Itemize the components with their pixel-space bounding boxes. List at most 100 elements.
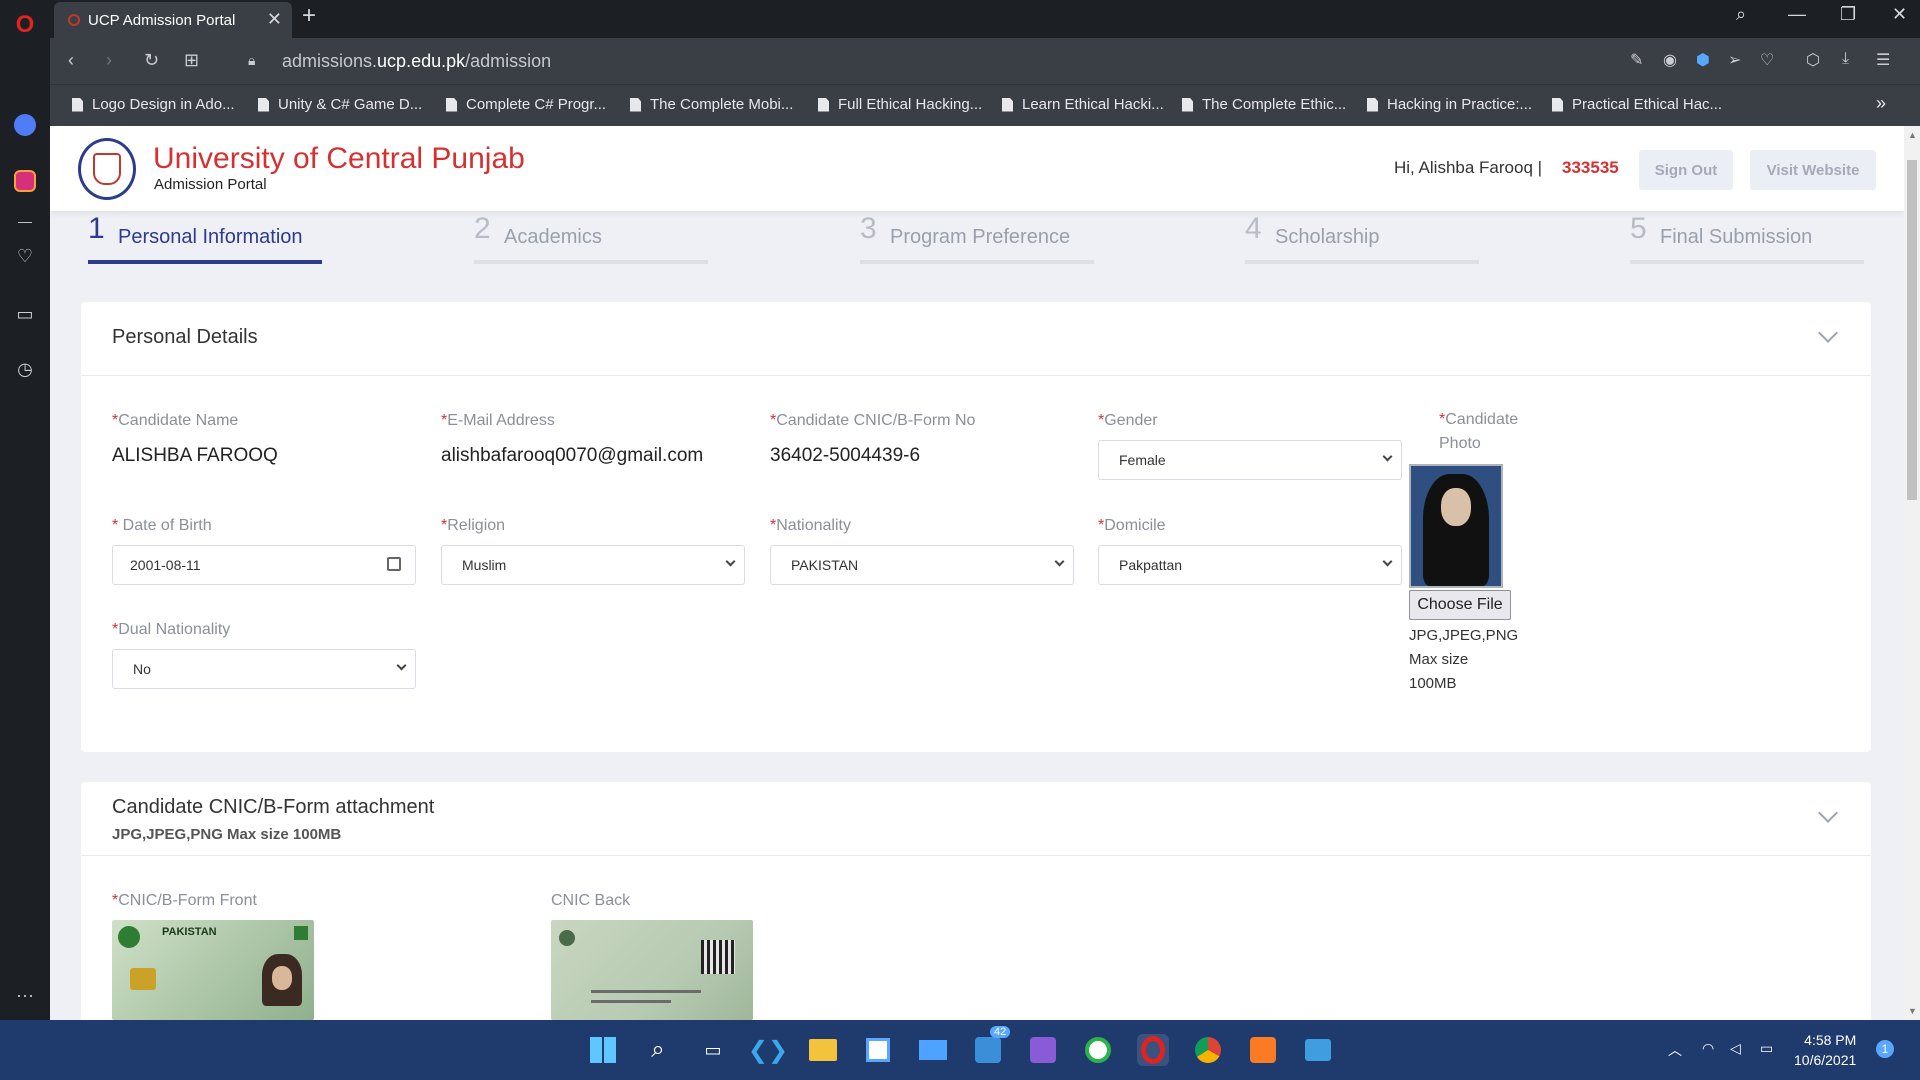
- search-tabs-icon[interactable]: ⌕: [1736, 4, 1746, 25]
- photos-icon[interactable]: [1302, 1034, 1334, 1066]
- forward-icon[interactable]: ›: [106, 50, 112, 71]
- battery-icon[interactable]: ▭: [1760, 1040, 1773, 1057]
- minimize-icon[interactable]: —: [1788, 4, 1806, 25]
- cnic-back-image[interactable]: [551, 920, 753, 1020]
- attachment-header[interactable]: Candidate CNIC/B-Form attachment JPG,JPE…: [81, 782, 1871, 856]
- store-icon[interactable]: [862, 1034, 894, 1066]
- url-path: /admission: [465, 51, 552, 71]
- scrollbar-thumb[interactable]: [1907, 160, 1917, 500]
- site-header: University of Central Punjab Admission P…: [50, 126, 1904, 211]
- email-field: *E-Mail Address alishbafarooq0070@gmail.…: [441, 412, 704, 466]
- dual-nationality-field: *Dual Nationality No: [112, 621, 416, 689]
- windows-start-icon[interactable]: [587, 1034, 619, 1066]
- cnic-value: 36402-5004439-6: [770, 445, 921, 466]
- domicile-select[interactable]: Pakpattan: [1098, 545, 1402, 585]
- wifi-icon[interactable]: ◠: [1702, 1040, 1714, 1057]
- portal-subtitle: Admission Portal: [154, 176, 267, 193]
- restore-icon[interactable]: ❐: [1840, 4, 1856, 25]
- bookmarks-overflow-icon[interactable]: »: [1876, 93, 1886, 114]
- domicile-label: Domicile: [1104, 517, 1166, 534]
- tab-bar: UCP Admission Portal ✕ + ⌕ — ❐ ✕: [50, 0, 1920, 38]
- chevron-down-icon: [1382, 556, 1393, 567]
- chevron-down-icon: [1382, 451, 1393, 462]
- instagram-icon[interactable]: [12, 168, 38, 194]
- bookmark-item[interactable]: Complete C# Progr...: [446, 96, 606, 113]
- url-field[interactable]: admissions.ucp.edu.pk/admission: [282, 51, 551, 72]
- edit-icon[interactable]: ✎: [1630, 50, 1643, 70]
- vscode-icon[interactable]: ❮❯: [748, 1034, 788, 1066]
- bookmark-item[interactable]: The Complete Ethic...: [1182, 96, 1346, 113]
- notification-badge: 42: [990, 1026, 1011, 1038]
- history-icon[interactable]: ◷: [12, 356, 38, 382]
- messenger-icon[interactable]: [12, 112, 38, 138]
- page-scrollbar[interactable]: ▲ ▼: [1904, 126, 1920, 1020]
- chevron-down-icon: [1054, 556, 1065, 567]
- chevron-down-icon[interactable]: [1818, 803, 1838, 823]
- tabs-icon[interactable]: ▭: [12, 301, 38, 327]
- cnic-field: *Candidate CNIC/B-Form No 36402-5004439-…: [770, 412, 976, 466]
- document-icon: [1552, 97, 1563, 112]
- ucp-logo: [78, 138, 136, 200]
- todo-icon[interactable]: 42: [972, 1026, 1011, 1066]
- more-icon[interactable]: ···: [12, 982, 38, 1008]
- scroll-up-icon[interactable]: ▲: [1908, 130, 1917, 140]
- close-window-icon[interactable]: ✕: [1892, 4, 1907, 25]
- application-number: 333535: [1562, 158, 1619, 177]
- chevron-down-icon[interactable]: [1818, 323, 1838, 343]
- bookmark-item[interactable]: Unity & C# Game D...: [258, 96, 422, 113]
- visit-website-button[interactable]: Visit Website: [1750, 150, 1876, 190]
- notification-count[interactable]: 1: [1876, 1040, 1894, 1058]
- chrome-icon[interactable]: [1192, 1034, 1224, 1066]
- system-clock[interactable]: 4:58 PM 10/6/2021: [1794, 1030, 1856, 1070]
- search-icon[interactable]: ⌕: [642, 1034, 674, 1066]
- file-explorer-icon[interactable]: [807, 1034, 839, 1066]
- mail-icon[interactable]: [917, 1034, 949, 1066]
- bookmark-item[interactable]: Practical Ethical Hac...: [1552, 96, 1722, 113]
- shield-icon[interactable]: ⬢: [1696, 50, 1710, 70]
- personal-details-header[interactable]: Personal Details: [81, 302, 1871, 376]
- opera-icon[interactable]: [1137, 1034, 1169, 1066]
- bookmark-heart-icon[interactable]: ♡: [1760, 50, 1774, 70]
- dob-input[interactable]: 2001-08-11: [112, 545, 416, 585]
- download-icon[interactable]: ⤓: [1842, 50, 1849, 68]
- visual-studio-icon[interactable]: [1027, 1034, 1059, 1066]
- cube-icon[interactable]: ⬡: [1806, 50, 1820, 70]
- gender-select[interactable]: Female: [1098, 440, 1402, 480]
- bookmark-item[interactable]: Hacking in Practice:...: [1367, 96, 1532, 113]
- back-icon[interactable]: ‹: [68, 50, 74, 71]
- dual-nationality-select[interactable]: No: [112, 649, 416, 689]
- browser-tab[interactable]: UCP Admission Portal ✕: [54, 2, 292, 38]
- menu-icon[interactable]: ☰: [1876, 50, 1890, 70]
- choose-file-button[interactable]: Choose File: [1409, 590, 1511, 620]
- personal-details-card: Personal Details *Candidate Name ALISHBA…: [81, 302, 1871, 752]
- xampp-icon[interactable]: [1247, 1034, 1279, 1066]
- opera-sidebar: O — ♡ ▭ ◷ ···: [0, 0, 50, 1020]
- heart-icon[interactable]: ♡: [12, 243, 38, 269]
- new-tab-icon[interactable]: +: [302, 2, 316, 30]
- photo-hint: JPG,JPEG,PNG Max size 100MB: [1409, 627, 1519, 692]
- volume-icon[interactable]: ◁: [1730, 1040, 1741, 1057]
- speed-dial-icon[interactable]: ⊞: [184, 50, 199, 71]
- religion-select[interactable]: Muslim: [441, 545, 745, 585]
- bookmark-item[interactable]: The Complete Mobi...: [630, 96, 793, 113]
- camera-icon[interactable]: ◉: [1663, 50, 1677, 70]
- whatsapp-icon[interactable]: [1082, 1034, 1114, 1066]
- chevron-up-icon[interactable]: ︿: [1668, 1040, 1682, 1060]
- opera-logo-icon[interactable]: O: [12, 11, 38, 38]
- scroll-down-icon[interactable]: ▼: [1908, 1006, 1917, 1016]
- university-name: University of Central Punjab: [153, 142, 525, 175]
- task-view-icon[interactable]: ▭: [697, 1034, 729, 1066]
- sign-out-button[interactable]: Sign Out: [1639, 150, 1733, 190]
- cnic-front-image[interactable]: PAKISTAN: [112, 920, 314, 1020]
- reload-icon[interactable]: ↻: [144, 50, 159, 71]
- bookmark-item[interactable]: Learn Ethical Hacki...: [1002, 96, 1164, 113]
- nationality-select[interactable]: PAKISTAN: [770, 545, 1074, 585]
- calendar-icon[interactable]: [387, 557, 401, 571]
- bookmark-item[interactable]: Logo Design in Ado...: [72, 96, 235, 113]
- send-icon[interactable]: ➢: [1728, 50, 1741, 70]
- bookmark-item[interactable]: Full Ethical Hacking...: [818, 96, 982, 113]
- close-tab-icon[interactable]: ✕: [267, 9, 282, 30]
- candidate-photo: [1409, 464, 1503, 588]
- windows-taskbar: ⌕ ▭ ❮❯ 42 ︿ ◠ ◁ ▭ 4:58 PM 10/6/2021 1: [0, 1020, 1920, 1080]
- document-icon: [630, 97, 641, 112]
